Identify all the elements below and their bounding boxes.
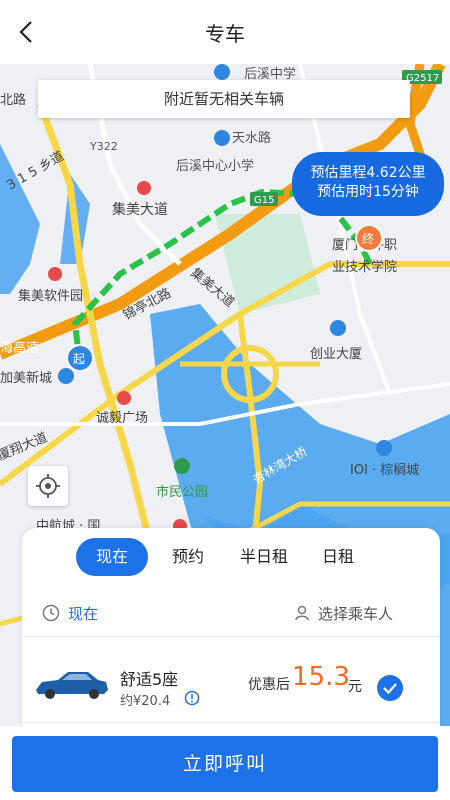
person-icon (295, 605, 309, 621)
price-prefix: 优惠后 (248, 677, 290, 693)
map-label: 诚毅广场 (96, 410, 148, 426)
map-label: G15 (254, 195, 274, 206)
map-label: IOI · 棕榈城 (350, 463, 419, 478)
locate-icon (36, 474, 60, 498)
estimate-distance: 预估里程4.62公里 (310, 165, 426, 181)
metro-icon (137, 181, 151, 195)
start-marker-label: 起 (73, 352, 85, 366)
map-label: 北路 (0, 92, 26, 108)
selected-check-icon[interactable] (376, 674, 404, 702)
price-unit: 元 (348, 679, 362, 695)
map-label: 加美新城 (0, 370, 52, 386)
nearby-vehicles-notice: 附近暂无相关车辆 (38, 80, 410, 118)
metro-icon (48, 267, 62, 281)
select-passenger-button[interactable]: 选择乘车人 (318, 603, 393, 624)
tab-reserve[interactable]: 预约 (156, 538, 220, 576)
map-label: 业技术学院 (332, 259, 397, 275)
map-label: 创业大厦 (310, 347, 362, 362)
poi-icon (214, 130, 230, 146)
call-car-button[interactable]: 立即呼叫 (12, 736, 438, 792)
poi-icon (376, 440, 392, 456)
end-marker-label: 终 (362, 231, 374, 246)
metro-icon (117, 391, 131, 405)
poi-icon (214, 64, 230, 80)
map-label: 集美大道 (112, 201, 168, 218)
time-passenger-row: 现在 选择乘车人 (22, 592, 440, 637)
info-icon[interactable] (184, 690, 200, 706)
map-label: G2517 (406, 73, 439, 84)
tab-half-day[interactable]: 半日租 (228, 538, 300, 576)
map-label: 市民公园 (156, 484, 208, 500)
poi-icon (330, 320, 346, 336)
map-label: 天水路 (232, 130, 271, 146)
bottom-action-bar: 立即呼叫 (0, 726, 450, 800)
poi-icon (58, 368, 74, 384)
tab-now[interactable]: 现在 (76, 538, 148, 576)
tab-full-day[interactable]: 日租 (308, 538, 368, 576)
clock-icon (42, 604, 60, 622)
page-title: 专车 (205, 22, 245, 46)
car-type-name: 舒适5座 (120, 670, 179, 689)
top-bar: 专车 (0, 0, 450, 64)
route-estimate-bubble: 预估里程4.62公里 预估用时15分钟 (292, 152, 444, 216)
map-label: 海高速 (0, 340, 39, 356)
sedan-car-icon (36, 672, 108, 699)
discounted-price: 15.3 (292, 662, 350, 692)
car-estimate-price: 约¥20.4 (120, 694, 171, 709)
estimate-time: 预估用时15分钟 (317, 184, 419, 200)
car-option-row[interactable]: 舒适5座 约¥20.4 优惠后 15.3 元 (22, 640, 440, 723)
map-label: 集美软件园 (18, 288, 83, 304)
locate-button[interactable] (28, 466, 68, 506)
ride-options-panel: 现在 预约 半日租 日租 现在 选择乘车人 舒适5座 约¥20.4 优惠后 15… (22, 528, 440, 728)
park-icon (174, 458, 190, 474)
map-label: Y322 (89, 140, 118, 153)
departure-time-selector[interactable]: 现在 (68, 603, 98, 624)
map-label: 后溪中心小学 (176, 158, 254, 174)
